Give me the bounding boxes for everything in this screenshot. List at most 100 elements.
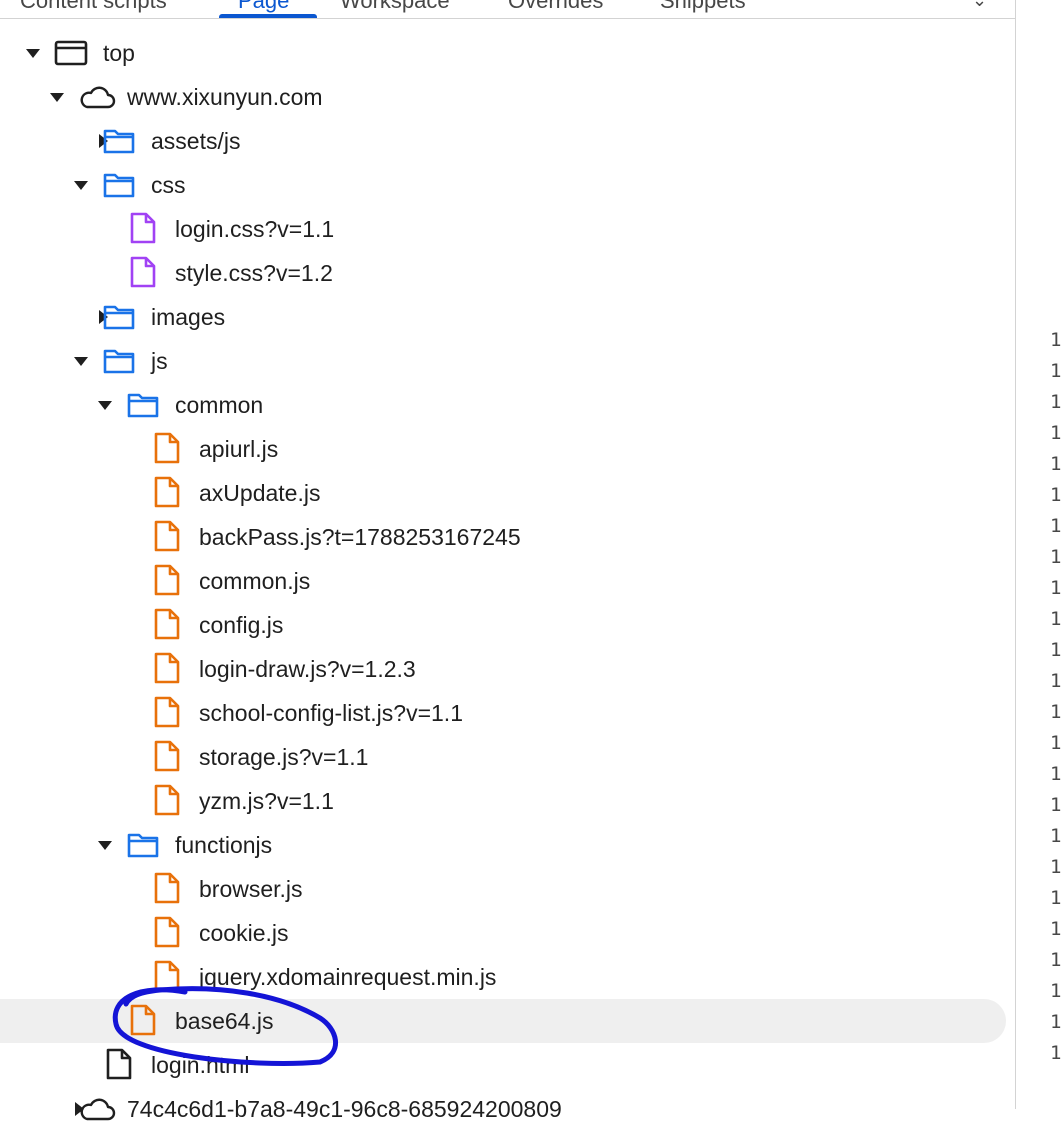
tree-item[interactable]: www.xixunyun.com bbox=[0, 75, 1006, 119]
tree-item[interactable]: images bbox=[0, 295, 1006, 339]
line-number: 1 bbox=[1050, 391, 1062, 413]
js-file-icon bbox=[150, 960, 184, 992]
tree-item[interactable]: login.css?v=1.1 bbox=[0, 207, 1006, 251]
line-number: 1 bbox=[1050, 577, 1062, 599]
folder-icon bbox=[102, 171, 136, 199]
tree-item[interactable]: storage.js?v=1.1 bbox=[0, 735, 1006, 779]
tree-item-label: cookie.js bbox=[199, 920, 289, 946]
document-file-icon bbox=[102, 1048, 136, 1080]
line-number: 1 bbox=[1050, 794, 1062, 816]
tree-item[interactable]: base64.js bbox=[0, 999, 1006, 1043]
tree-item-label: js bbox=[151, 348, 168, 374]
tree-item-label: storage.js?v=1.1 bbox=[199, 744, 369, 770]
tree-item-label: login.html bbox=[151, 1052, 250, 1078]
line-number: 1 bbox=[1050, 453, 1062, 475]
line-number: 1 bbox=[1050, 887, 1062, 909]
tree-item-label: common.js bbox=[199, 568, 311, 594]
js-file-icon bbox=[150, 652, 184, 684]
line-number: 1 bbox=[1050, 546, 1062, 568]
js-file-icon bbox=[150, 564, 184, 596]
expand-arrow-down-icon[interactable] bbox=[74, 357, 88, 366]
tree-item[interactable]: common bbox=[0, 383, 1006, 427]
line-number: 1 bbox=[1050, 825, 1062, 847]
tree-item[interactable]: js bbox=[0, 339, 1006, 383]
js-file-icon bbox=[150, 740, 184, 772]
js-file-icon bbox=[150, 872, 184, 904]
js-file-icon bbox=[150, 696, 184, 728]
folder-icon bbox=[102, 127, 136, 155]
tree-item-label: 74c4c6d1-b7a8-49c1-96c8-685924200809 bbox=[127, 1096, 562, 1122]
folder-icon bbox=[102, 303, 136, 331]
tree-item-label: www.xixunyun.com bbox=[127, 84, 323, 110]
tree-item-label: config.js bbox=[199, 612, 284, 638]
tree-item[interactable]: config.js bbox=[0, 603, 1006, 647]
tree-item[interactable]: common.js bbox=[0, 559, 1006, 603]
tree-item-label: style.css?v=1.2 bbox=[175, 260, 333, 286]
folder-icon bbox=[126, 391, 160, 419]
tree-item-label: login-draw.js?v=1.2.3 bbox=[199, 656, 416, 682]
tree-item[interactable]: backPass.js?t=1788253167245 bbox=[0, 515, 1006, 559]
tree-item-label: login.css?v=1.1 bbox=[175, 216, 335, 242]
folder-icon bbox=[126, 831, 160, 859]
line-number: 1 bbox=[1050, 608, 1062, 630]
tree-item[interactable]: assets/js bbox=[0, 119, 1006, 163]
tree-item[interactable]: style.css?v=1.2 bbox=[0, 251, 1006, 295]
tree-item-label: jquery.xdomainrequest.min.js bbox=[199, 964, 497, 990]
line-number: 1 bbox=[1050, 732, 1062, 754]
line-number: 1 bbox=[1050, 701, 1062, 723]
tree-item[interactable]: top bbox=[0, 31, 1006, 75]
tree-item[interactable]: jquery.xdomainrequest.min.js bbox=[0, 955, 1006, 999]
line-number: 1 bbox=[1050, 763, 1062, 785]
line-number: 1 bbox=[1050, 639, 1062, 661]
expand-arrow-down-icon[interactable] bbox=[26, 49, 40, 58]
tree-item-label: base64.js bbox=[175, 1008, 274, 1034]
css-file-icon bbox=[126, 256, 160, 288]
tree-item-label: top bbox=[103, 40, 135, 66]
tree-item-label: browser.js bbox=[199, 876, 303, 902]
js-file-icon bbox=[150, 784, 184, 816]
folder-icon bbox=[102, 347, 136, 375]
js-file-icon bbox=[150, 476, 184, 508]
line-number: 1 bbox=[1050, 949, 1062, 971]
tree-item[interactable]: yzm.js?v=1.1 bbox=[0, 779, 1006, 823]
tree-item-label: images bbox=[151, 304, 226, 330]
line-number: 1 bbox=[1050, 484, 1062, 506]
expand-arrow-down-icon[interactable] bbox=[98, 841, 112, 850]
tree-item[interactable]: login-draw.js?v=1.2.3 bbox=[0, 647, 1006, 691]
tree-item-label: css bbox=[151, 172, 186, 198]
expand-arrow-down-icon[interactable] bbox=[98, 401, 112, 410]
tree-item[interactable]: cookie.js bbox=[0, 911, 1006, 955]
expand-arrow-down-icon[interactable] bbox=[50, 93, 64, 102]
file-tree: top www.xixunyun.com assets/js css login.css… bbox=[0, 0, 1015, 1122]
expand-arrow-down-icon[interactable] bbox=[74, 181, 88, 190]
tree-item[interactable]: 74c4c6d1-b7a8-49c1-96c8-685924200809 bbox=[0, 1087, 1006, 1131]
line-number: 1 bbox=[1050, 360, 1062, 382]
js-file-icon bbox=[150, 432, 184, 464]
js-file-icon bbox=[150, 916, 184, 948]
line-number: 1 bbox=[1050, 1042, 1062, 1064]
line-number: 1 bbox=[1050, 670, 1062, 692]
tree-item[interactable]: school-config-list.js?v=1.1 bbox=[0, 691, 1006, 735]
css-file-icon bbox=[126, 212, 160, 244]
tree-item[interactable]: apiurl.js bbox=[0, 427, 1006, 471]
cloud-icon bbox=[78, 1095, 116, 1123]
tree-item[interactable]: css bbox=[0, 163, 1006, 207]
tree-item-label: assets/js bbox=[151, 128, 241, 154]
line-number: 1 bbox=[1050, 1011, 1062, 1033]
js-file-icon bbox=[150, 608, 184, 640]
tree-item-label: backPass.js?t=1788253167245 bbox=[199, 524, 521, 550]
frame-icon bbox=[54, 39, 88, 67]
tree-item[interactable]: functionjs bbox=[0, 823, 1006, 867]
tree-item[interactable]: browser.js bbox=[0, 867, 1006, 911]
tree-item[interactable]: login.html bbox=[0, 1043, 1006, 1087]
tree-item-label: functionjs bbox=[175, 832, 273, 858]
js-file-icon bbox=[126, 1004, 160, 1036]
panel-divider[interactable] bbox=[1015, 0, 1016, 1109]
tree-item-label: yzm.js?v=1.1 bbox=[199, 788, 334, 814]
tree-item-label: school-config-list.js?v=1.1 bbox=[199, 700, 463, 726]
tree-item-label: axUpdate.js bbox=[199, 480, 321, 506]
line-number: 1 bbox=[1050, 918, 1062, 940]
tree-item[interactable]: axUpdate.js bbox=[0, 471, 1006, 515]
js-file-icon bbox=[150, 520, 184, 552]
line-number: 1 bbox=[1050, 515, 1062, 537]
